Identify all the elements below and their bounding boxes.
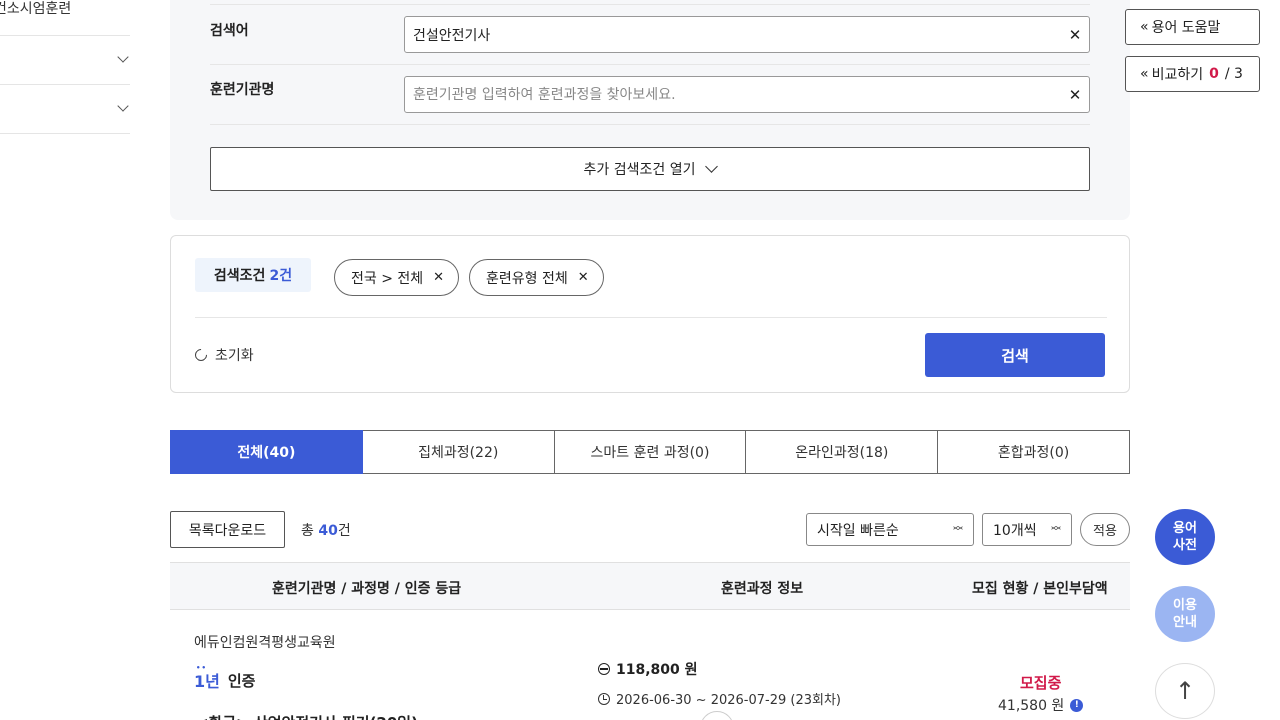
chevron-down-icon	[117, 51, 129, 63]
compare-count: 0	[1209, 66, 1219, 82]
sort-select[interactable]: 시작일 빠른순 ︿ ﹀	[806, 513, 974, 546]
keyword-input[interactable]	[404, 16, 1090, 53]
left-nav-item[interactable]	[0, 35, 130, 84]
arrow-up-icon: ↑	[1174, 677, 1196, 705]
glossary-help-button[interactable]: « 용어 도움말	[1125, 9, 1260, 45]
institution-input[interactable]	[404, 76, 1090, 113]
condition-chip-type: 훈련유형 전체 ✕	[469, 259, 604, 296]
price-value: 118,800 원	[616, 662, 698, 678]
divider	[210, 124, 1090, 125]
keyword-label: 검색어	[210, 23, 249, 39]
total-number: 40	[318, 523, 338, 539]
institution-name[interactable]: 에듀인컴원격평생교육원	[194, 632, 336, 652]
cert-badge-icon: •• 1년	[194, 664, 220, 691]
left-nav-title[interactable]: 컨소시엄훈련	[0, 0, 71, 18]
total-suffix: 건	[337, 523, 351, 539]
cert-label: 인증	[227, 671, 256, 690]
total-count: 총 40건	[301, 520, 351, 540]
dictionary-label-2: 사전	[1173, 538, 1197, 553]
guide-button[interactable]: 이용 안내	[1155, 586, 1215, 642]
reset-button[interactable]: 초기화	[192, 345, 254, 365]
compare-button[interactable]: « 비교하기 0 / 3	[1125, 56, 1260, 92]
chip-label: 전국 > 전체	[351, 270, 424, 287]
institution-clear-icon[interactable]: ✕	[1066, 86, 1084, 104]
sort-value: 시작일 빠른순	[817, 522, 899, 539]
conditions-label-text: 검색조건	[213, 268, 266, 284]
refresh-icon	[192, 346, 210, 364]
total-prefix: 총	[301, 523, 314, 539]
select-arrows-icon: ︿ ﹀	[953, 520, 963, 538]
conditions-count: 2건	[269, 268, 293, 284]
guide-label-2: 안내	[1173, 615, 1197, 630]
course-type-tabs: 전체(40) 집체과정(22) 스마트 훈련 과정(0) 온라인과정(18) 혼…	[170, 430, 1130, 474]
column-header: 모집 현황 / 본인부담액	[972, 581, 1108, 597]
dictionary-label-1: 용어	[1173, 521, 1197, 536]
per-page-value: 10개씩	[993, 522, 1037, 539]
search-conditions: 검색조건 2건 전국 > 전체 ✕ 훈련유형 전체 ✕ 초기화 검색	[170, 235, 1130, 393]
remove-chip-icon[interactable]: ✕	[578, 270, 589, 285]
tab-offline[interactable]: 집체과정(22)	[362, 430, 555, 474]
search-button[interactable]: 검색	[925, 333, 1105, 377]
divider	[210, 4, 1090, 5]
chevron-down-icon	[117, 100, 129, 112]
cert-grade: •• 1년 인증	[194, 664, 256, 692]
institution-label: 훈련기관명	[210, 82, 275, 98]
coin-icon	[598, 663, 610, 675]
tab-online[interactable]: 온라인과정(18)	[746, 430, 939, 474]
per-page-select[interactable]: 10개씩 ︿ ﹀	[982, 513, 1072, 546]
scroll-top-button[interactable]: ↑	[1155, 663, 1215, 719]
download-list-button[interactable]: 목록다운로드	[170, 511, 285, 548]
divider	[210, 64, 1090, 65]
chip-label: 훈련유형 전체	[486, 270, 568, 287]
table-header: 훈련기관명 / 과정명 / 인증 등급 훈련과정 정보 모집 현황 / 본인부담…	[170, 562, 1130, 610]
clock-icon	[598, 692, 610, 705]
glossary-label: 용어 도움말	[1151, 20, 1221, 36]
tab-blended[interactable]: 혼합과정(0)	[938, 430, 1130, 474]
dictionary-button[interactable]: 용어 사전	[1155, 509, 1215, 565]
condition-chip-region: 전국 > 전체 ✕	[334, 259, 460, 296]
info-icon[interactable]: !	[1070, 698, 1084, 712]
self-pay-cost: 41,580 원 !	[998, 695, 1084, 715]
cost-value: 41,580 원	[998, 698, 1065, 714]
left-nav-divider	[0, 133, 130, 134]
search-panel: 검색어 ✕ 훈련기관명 ✕ 추가 검색조건 열기	[170, 0, 1130, 220]
keyword-clear-icon[interactable]: ✕	[1066, 26, 1084, 44]
reset-label: 초기화	[215, 348, 254, 364]
column-header: 훈련기관명 / 과정명 / 인증 등급	[272, 581, 462, 597]
guide-label-1: 이용	[1173, 598, 1197, 613]
course-title[interactable]: <환급> 산업안전기사 필기(20일)	[196, 712, 418, 720]
compare-max: / 3	[1224, 66, 1243, 82]
double-chevron-left-icon: «	[1140, 19, 1148, 35]
course-dates: 2026-06-30 ~ 2026-07-29 (23회차)	[598, 689, 841, 708]
select-arrows-icon: ︿ ﹀	[1051, 520, 1061, 538]
apply-button[interactable]: 적용	[1080, 513, 1130, 546]
conditions-label: 검색조건 2건	[195, 258, 311, 292]
recruit-status: 모집중	[1020, 674, 1062, 692]
tab-all[interactable]: 전체(40)	[170, 430, 363, 474]
tab-smart[interactable]: 스마트 훈련 과정(0)	[554, 430, 747, 474]
column-header: 훈련과정 정보	[721, 581, 804, 597]
more-conditions-button[interactable]: 추가 검색조건 열기	[210, 147, 1090, 191]
course-price: 118,800 원	[598, 659, 698, 679]
remove-chip-icon[interactable]: ✕	[433, 270, 444, 285]
double-chevron-left-icon: «	[1140, 66, 1148, 82]
left-nav-item[interactable]	[0, 84, 130, 133]
compare-toggle[interactable]	[700, 711, 734, 720]
more-conditions-label: 추가 검색조건 열기	[583, 162, 696, 178]
divider	[195, 317, 1107, 318]
dates-value: 2026-06-30 ~ 2026-07-29 (23회차)	[616, 693, 841, 708]
compare-label: 비교하기	[1151, 67, 1204, 83]
chevron-down-icon	[705, 160, 719, 173]
